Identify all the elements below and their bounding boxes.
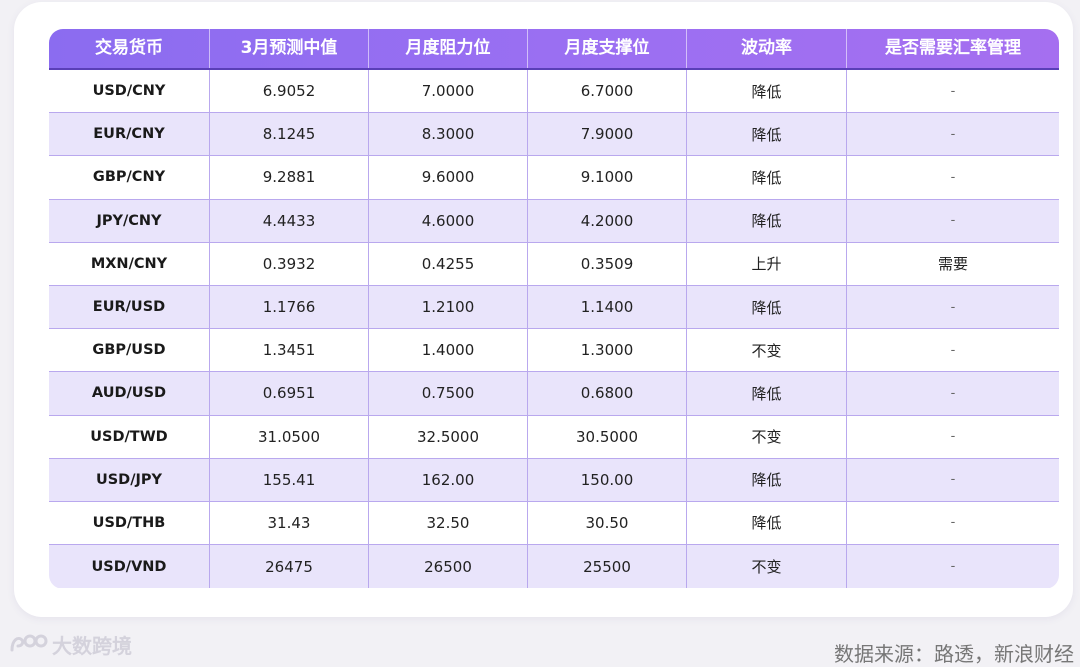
- cell-resistance: 0.7500: [368, 372, 527, 415]
- cell-support: 30.50: [527, 501, 686, 545]
- cell-fx-management: -: [846, 70, 1059, 113]
- table-row: USD/TWD 31.0500 32.5000 30.5000 不变 -: [49, 415, 1059, 459]
- cell-volatility: 降低: [686, 501, 846, 545]
- cell-volatility: 降低: [686, 372, 846, 415]
- table-row: USD/JPY 155.41 162.00 150.00 降低 -: [49, 458, 1059, 502]
- table-body: USD/CNY 6.9052 7.0000 6.7000 降低 - EUR/CNY 8.124…: [49, 70, 1059, 589]
- cell-fx-management: -: [846, 113, 1059, 156]
- cell-fx-management: -: [846, 458, 1059, 501]
- cell-currency-pair: USD/VND: [91, 558, 167, 575]
- cell-fx-management: -: [846, 545, 1059, 589]
- header-support: 月度支撑位: [527, 29, 686, 68]
- cell-forecast-median: 0.6951: [209, 372, 368, 415]
- content-card: 交易货币 3月预测中值 月度阻力位 月度支撑位 波动率 是否需要汇率管理 USD…: [14, 2, 1073, 617]
- cell-fx-management: -: [846, 329, 1059, 372]
- cell-volatility: 降低: [686, 113, 846, 156]
- cell-forecast-median: 31.0500: [209, 415, 368, 458]
- cell-resistance: 4.6000: [368, 199, 527, 242]
- cell-support: 30.5000: [527, 415, 686, 458]
- cell-forecast-median: 9.2881: [209, 156, 368, 199]
- header-volatility: 波动率: [686, 29, 846, 68]
- cell-fx-management: -: [846, 501, 1059, 545]
- table-row: USD/VND 26475 26500 25500 不变 -: [49, 545, 1059, 589]
- cell-support: 1.1400: [527, 285, 686, 329]
- cell-volatility: 不变: [686, 329, 846, 372]
- cell-currency-pair: USD/THB: [92, 514, 166, 531]
- cell-volatility: 降低: [686, 70, 846, 113]
- table-row: EUR/CNY 8.1245 8.3000 7.9000 降低 -: [49, 113, 1059, 157]
- cell-support: 0.3509: [527, 242, 686, 285]
- cell-resistance: 7.0000: [368, 70, 527, 113]
- table-header: 交易货币 3月预测中值 月度阻力位 月度支撑位 波动率 是否需要汇率管理: [49, 29, 1059, 70]
- table-row: EUR/USD 1.1766 1.2100 1.1400 降低 -: [49, 285, 1059, 330]
- cell-fx-management: -: [846, 415, 1059, 458]
- cell-forecast-median: 8.1245: [209, 113, 368, 156]
- cell-forecast-median: 0.3932: [209, 242, 368, 285]
- cell-currency-pair: MXN/CNY: [90, 255, 168, 272]
- brand-logo-icon: [10, 634, 48, 652]
- cell-currency-pair: EUR/CNY: [93, 126, 165, 143]
- fx-forecast-table: 交易货币 3月预测中值 月度阻力位 月度支撑位 波动率 是否需要汇率管理 USD…: [49, 29, 1059, 589]
- cell-resistance: 0.4255: [368, 242, 527, 285]
- cell-support: 4.2000: [527, 199, 686, 242]
- cell-fx-management: -: [846, 372, 1059, 415]
- cell-support: 9.1000: [527, 156, 686, 199]
- cell-support: 6.7000: [527, 70, 686, 113]
- cell-volatility: 降低: [686, 458, 846, 501]
- cell-support: 150.00: [527, 458, 686, 501]
- cell-support: 0.6800: [527, 372, 686, 415]
- table-row: AUD/USD 0.6951 0.7500 0.6800 降低 -: [49, 372, 1059, 416]
- cell-forecast-median: 31.43: [209, 501, 368, 545]
- table-row: USD/CNY 6.9052 7.0000 6.7000 降低 -: [49, 70, 1059, 114]
- cell-volatility: 上升: [686, 242, 846, 285]
- brand-logo: 大数跨境: [8, 630, 132, 658]
- cell-currency-pair: USD/TWD: [90, 428, 168, 445]
- cell-forecast-median: 155.41: [209, 458, 368, 501]
- cell-resistance: 9.6000: [368, 156, 527, 199]
- cell-currency-pair: USD/JPY: [95, 471, 163, 488]
- table-row: GBP/USD 1.3451 1.4000 1.3000 不变 -: [49, 329, 1059, 373]
- cell-volatility: 降低: [686, 285, 846, 329]
- cell-resistance: 32.50: [368, 501, 527, 545]
- table-row: JPY/CNY 4.4433 4.6000 4.2000 降低 -: [49, 199, 1059, 243]
- cell-currency-pair: EUR/USD: [92, 299, 166, 316]
- cell-forecast-median: 26475: [209, 545, 368, 589]
- cell-currency-pair: JPY/CNY: [96, 212, 162, 229]
- cell-forecast-median: 1.1766: [209, 285, 368, 329]
- cell-volatility: 降低: [686, 156, 846, 199]
- cell-fx-management: -: [846, 199, 1059, 242]
- cell-forecast-median: 6.9052: [209, 70, 368, 113]
- cell-fx-management: -: [846, 156, 1059, 199]
- cell-currency-pair: GBP/USD: [92, 342, 166, 359]
- cell-resistance: 1.2100: [368, 285, 527, 329]
- cell-volatility: 不变: [686, 545, 846, 589]
- header-resistance: 月度阻力位: [368, 29, 527, 68]
- table-row: MXN/CNY 0.3932 0.4255 0.3509 上升 需要: [49, 242, 1059, 286]
- cell-volatility: 降低: [686, 199, 846, 242]
- cell-resistance: 32.5000: [368, 415, 527, 458]
- cell-fx-management: -: [846, 285, 1059, 329]
- header-currency-pair: 交易货币: [95, 38, 163, 58]
- header-fx-management: 是否需要汇率管理: [846, 29, 1059, 68]
- cell-resistance: 26500: [368, 545, 527, 589]
- cell-forecast-median: 4.4433: [209, 199, 368, 242]
- data-source-note: 数据来源：路透，新浪财经: [834, 642, 1074, 666]
- cell-fx-management: 需要: [846, 242, 1059, 285]
- header-forecast-median: 3月预测中值: [209, 29, 368, 68]
- brand-name: 大数跨境: [52, 633, 132, 658]
- cell-resistance: 1.4000: [368, 329, 527, 372]
- cell-currency-pair: USD/CNY: [92, 83, 166, 100]
- cell-support: 25500: [527, 545, 686, 589]
- table-row: USD/THB 31.43 32.50 30.50 降低 -: [49, 501, 1059, 546]
- cell-currency-pair: AUD/USD: [91, 385, 167, 402]
- cell-currency-pair: GBP/CNY: [92, 169, 166, 186]
- table-row: GBP/CNY 9.2881 9.6000 9.1000 降低 -: [49, 156, 1059, 200]
- cell-support: 1.3000: [527, 329, 686, 372]
- cell-volatility: 不变: [686, 415, 846, 458]
- cell-forecast-median: 1.3451: [209, 329, 368, 372]
- cell-support: 7.9000: [527, 113, 686, 156]
- cell-resistance: 162.00: [368, 458, 527, 501]
- cell-resistance: 8.3000: [368, 113, 527, 156]
